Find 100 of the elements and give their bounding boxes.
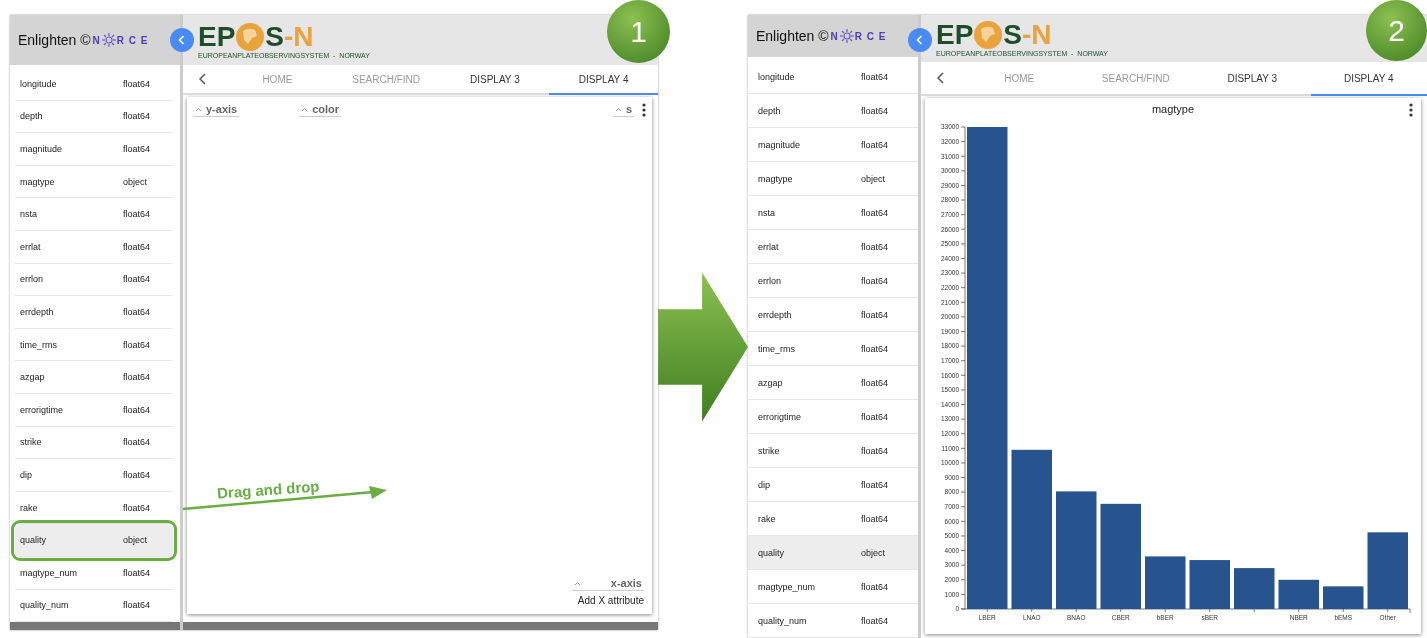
logo-text: -N [1022,20,1052,50]
attribute-type: float64 [123,144,151,154]
bar [1234,568,1275,609]
logo-text: EP [936,20,974,50]
attribute-type: object [123,176,148,187]
attribute-row[interactable]: strike float64 [748,434,918,468]
attribute-name: longitude [758,71,796,82]
attribute-name: strike [758,445,781,456]
shelf-button[interactable]: x-axis [572,577,644,591]
attribute-type: float64 [861,615,889,626]
attribute-row[interactable]: magtype_num float64 [15,556,173,590]
shelf-button[interactable]: s [612,103,634,117]
tab[interactable]: DISPLAY 4 [549,65,658,95]
attribute-row[interactable]: magtype object [748,162,918,196]
annotation-label: Drag and drop [216,477,320,502]
globe-icon [973,20,1004,50]
attribute-row[interactable]: errlat float64 [15,230,173,264]
attribute-type: float64 [861,71,889,82]
attribute-row[interactable]: quality_num float64 [748,604,918,638]
logo-text: EP [198,21,236,52]
attribute-name: dip [20,469,33,480]
attribute-name: magtype [758,173,794,184]
attribute-type: float64 [123,437,151,448]
attribute-row[interactable]: strike float64 [15,426,173,460]
attribute-type: float64 [123,111,151,122]
attribute-row[interactable]: azgap float64 [748,366,918,400]
attribute-row[interactable]: longitude float64 [748,60,918,94]
tab[interactable]: DISPLAY 3 [440,65,550,95]
attribute-row[interactable]: depth float64 [15,100,173,134]
attribute-type: float64 [123,600,151,611]
caret-up-icon [574,580,581,586]
attribute-type: float64 [861,139,889,150]
attribute-type: float64 [861,411,889,422]
attribute-row[interactable]: errorigtime float64 [15,393,173,427]
attribute-type: float64 [123,469,151,480]
attribute-type: float64 [123,241,151,252]
attribute-row[interactable]: magnitude float64 [748,128,918,162]
attribute-row[interactable]: errdepth float64 [748,298,918,332]
attribute-name: nsta [20,209,38,220]
attribute-name: magtype_num [20,567,79,578]
attribute-row[interactable]: longitude float64 [15,68,173,101]
attribute-name: time_rms [758,343,796,354]
more-icon[interactable] [642,103,646,117]
attribute-row[interactable]: time_rms float64 [15,328,173,362]
attribute-type: float64 [123,372,151,383]
attribute-row[interactable]: azgap float64 [15,361,173,394]
logo-text: -N [284,21,314,52]
attribute-row[interactable]: magnitude float64 [15,133,173,166]
attribute-name: depth [20,111,44,122]
attribute-row[interactable]: nsta float64 [748,196,918,230]
attribute-type: object [861,173,886,184]
bar [1145,556,1186,609]
attribute-type: object [123,535,148,546]
collapse-button[interactable] [908,28,932,52]
attribute-name: quality [758,547,785,558]
logo-text: S [1003,20,1023,50]
attribute-type: float64 [123,502,151,513]
attribute-type: float64 [861,275,889,286]
attribute-row[interactable]: errlat float64 [748,230,918,264]
attribute-row[interactable]: magtype object [15,165,173,199]
attribute-name: azgap [758,377,784,388]
chart-title: magtype [1151,103,1195,117]
attribute-row[interactable]: errlon float64 [748,264,918,298]
tab[interactable]: DISPLAY 4 [1310,62,1427,96]
attribute-row[interactable]: errorigtime float64 [748,400,918,434]
attribute-row[interactable]: magtype_num float64 [748,570,918,604]
attribute-type: float64 [123,78,151,89]
attribute-type: float64 [123,209,151,220]
attribute-name: quality_num [20,600,70,611]
attribute-name: errorigtime [758,411,802,422]
logo-text: S [265,21,285,52]
attribute-name: errlat [758,241,780,252]
shelf-button[interactable]: color [299,103,342,117]
attribute-type: float64 [123,339,151,350]
attribute-row[interactable]: dip float64 [15,459,173,492]
attribute-type: float64 [861,105,889,116]
attribute-name: errdepth [20,306,55,317]
attribute-type: float64 [861,445,889,456]
attribute-row[interactable]: errlon float64 [15,263,173,297]
chevron-left-icon [937,72,945,84]
attribute-type: float64 [861,479,889,490]
attribute-name: strike [20,437,43,448]
more-icon[interactable] [1409,103,1413,117]
attribute-name: quality [20,535,47,546]
shelf-button[interactable]: y-axis [193,103,240,117]
collapse-button[interactable] [170,28,194,52]
attribute-row[interactable]: errdepth float64 [15,296,173,329]
attribute-name: magnitude [758,139,802,150]
attribute-type: float64 [123,274,151,285]
norce-logo-text: N [830,30,839,42]
attribute-row[interactable]: quality object [748,536,918,570]
norce-logo-text: R C E [854,30,887,42]
attribute-type: float64 [861,377,889,388]
attribute-row[interactable]: nsta float64 [15,198,173,231]
tab[interactable]: DISPLAY 3 [1194,62,1311,96]
attribute-row[interactable]: dip float64 [748,468,918,502]
attribute-row[interactable]: depth float64 [748,94,918,128]
attribute-row[interactable]: time_rms float64 [748,332,918,366]
bar [1278,579,1319,609]
bar [1189,560,1230,609]
